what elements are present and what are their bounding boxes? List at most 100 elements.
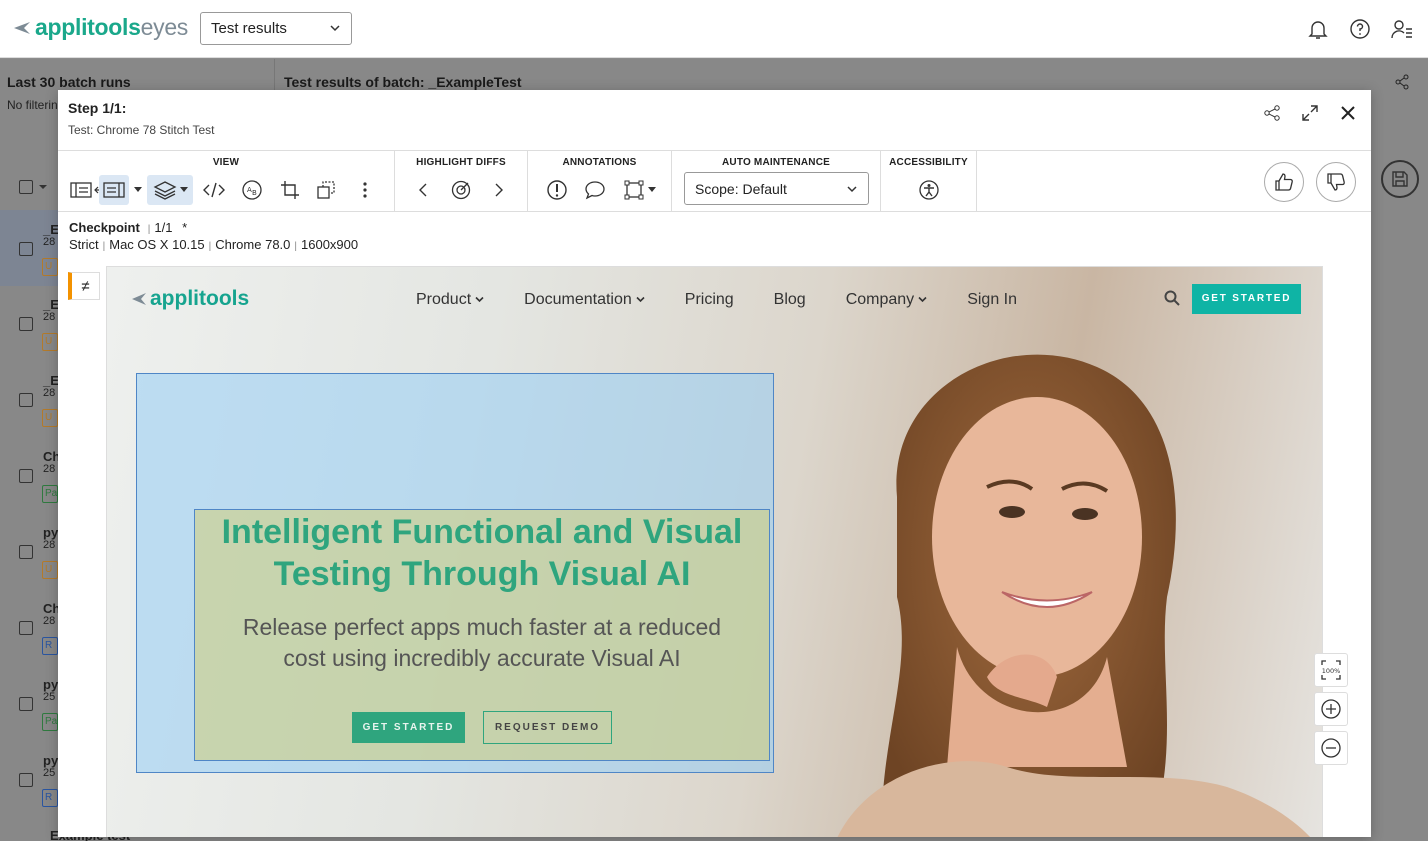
region-button[interactable] xyxy=(617,175,661,205)
status-badge: U xyxy=(42,561,58,579)
not-equal-icon: ≠ xyxy=(81,277,90,295)
baseline-panel-icon xyxy=(70,182,92,198)
view-select[interactable]: Test results xyxy=(200,12,352,45)
status-badge: U xyxy=(42,258,58,276)
thumbs-down-icon xyxy=(1327,173,1345,191)
select-all-checkbox xyxy=(19,180,33,194)
zoom-fit-button[interactable]: 100% xyxy=(1314,653,1348,687)
view-group-title: VIEW xyxy=(212,157,240,168)
checkpoint-asterisk: * xyxy=(182,220,188,235)
site-nav-label: Blog xyxy=(773,291,806,308)
row-checkbox xyxy=(19,242,33,256)
site-nav-label: Company xyxy=(845,291,915,308)
diff-indicator[interactable]: ≠ xyxy=(68,272,100,300)
previous-diff-button[interactable] xyxy=(408,175,438,205)
zoom-in-icon xyxy=(1321,699,1341,719)
copy-region-button[interactable] xyxy=(311,175,341,205)
target-icon xyxy=(451,180,471,200)
zoom-out-button[interactable] xyxy=(1314,731,1348,765)
row-checkbox xyxy=(19,317,33,331)
checkpoint-label: Checkpoint xyxy=(69,220,140,235)
layers-button[interactable] xyxy=(147,175,193,205)
batch-row-date: 28 xyxy=(43,539,56,551)
chevron-down-icon xyxy=(918,296,927,303)
help-icon[interactable] xyxy=(1348,17,1372,41)
zoom-out-icon xyxy=(1321,738,1341,758)
user-menu-icon[interactable] xyxy=(1390,17,1414,41)
auto-maintenance-group: AUTO MAINTENANCE Scope: Default xyxy=(672,151,881,212)
close-icon[interactable] xyxy=(1339,104,1357,122)
row-checkbox xyxy=(19,393,33,407)
dom-view-button[interactable] xyxy=(199,175,229,205)
batch-row-date: 28 xyxy=(43,236,56,248)
hero-title: Intelligent Functional and Visual Testin… xyxy=(194,511,770,595)
row-checkbox xyxy=(19,545,33,559)
top-bar: applitools eyes Test results xyxy=(0,0,1428,58)
next-diff-button[interactable] xyxy=(484,175,514,205)
view-group: VIEW AB xyxy=(58,151,395,212)
batch-row-name: _E xyxy=(43,222,59,237)
status-badge: R xyxy=(42,789,58,807)
ab-compare-icon: AB xyxy=(242,180,262,200)
scope-select-value: Scope: Default xyxy=(695,181,787,197)
crop-icon xyxy=(281,181,299,199)
share-icon[interactable] xyxy=(1263,104,1281,122)
batch-row-date: 28 xyxy=(43,615,56,627)
chevron-down-icon xyxy=(330,25,340,32)
highlight-diffs-button[interactable] xyxy=(446,175,476,205)
scope-select[interactable]: Scope: Default xyxy=(684,172,869,205)
save-button xyxy=(1381,160,1419,198)
batch-list-filter: No filterin xyxy=(7,98,58,112)
checkpoint-view-button[interactable] xyxy=(99,175,129,205)
site-nav-label: Pricing xyxy=(684,291,734,308)
hero-subtitle-line-1: Release perfect apps much faster at a re… xyxy=(242,614,722,640)
batch-row-name: py xyxy=(43,525,59,540)
batch-row-date: 25 xyxy=(43,691,56,703)
chevron-down-icon xyxy=(647,187,656,192)
accessibility-title: ACCESSIBILITY xyxy=(889,157,968,168)
os-label: Mac OS X 10.15 xyxy=(109,237,205,252)
fit-100-icon: 100% xyxy=(1321,660,1341,680)
batch-row-name: py xyxy=(43,677,59,692)
hero-title-line-1: Intelligent Functional and Visual xyxy=(221,513,743,551)
issue-button[interactable] xyxy=(542,175,572,205)
hero-subtitle: Release perfect apps much faster at a re… xyxy=(194,612,770,674)
site-nav-label: Documentation xyxy=(524,291,632,308)
zoom-in-button[interactable] xyxy=(1314,692,1348,726)
crop-button[interactable] xyxy=(275,175,305,205)
chevron-down-icon xyxy=(39,185,47,189)
site-nav-label: Sign In xyxy=(967,291,1017,308)
site-nav-item: Blog xyxy=(774,291,806,309)
toolbar: VIEW AB HIGHLIGHT DIFFS ANNOTATIONS AUTO… xyxy=(58,150,1371,212)
zoom-fit-label: 100% xyxy=(1322,667,1341,675)
status-badge: Pa xyxy=(42,713,58,731)
reject-button[interactable] xyxy=(1316,162,1356,202)
modal-subtitle: Test: Chrome 78 Stitch Test xyxy=(68,123,215,137)
batch-row-date: 28 xyxy=(43,387,56,399)
checkpoint-image[interactable]: applitools Product Documentation Pricing Bl… xyxy=(106,266,1323,837)
auto-maintenance-title: AUTO MAINTENANCE xyxy=(721,157,830,168)
accessibility-icon xyxy=(919,180,939,200)
app-logo[interactable]: applitools eyes xyxy=(13,14,188,41)
batch-row-name: py xyxy=(43,753,59,768)
accessibility-group: ACCESSIBILITY xyxy=(881,151,977,212)
site-logo: applitools xyxy=(131,287,249,311)
site-nav-label: Product xyxy=(416,291,472,308)
batch-row-name: _E xyxy=(43,297,59,312)
site-nav-item: Company xyxy=(846,291,927,309)
view-select-value: Test results xyxy=(211,20,287,37)
chevron-down-icon[interactable] xyxy=(134,187,142,193)
accessibility-button[interactable] xyxy=(914,175,944,205)
row-checkbox xyxy=(19,621,33,635)
site-nav-item: Sign In xyxy=(967,291,1017,309)
remark-button[interactable] xyxy=(580,175,610,205)
expand-icon[interactable] xyxy=(1301,104,1319,122)
logo-brand: applitools xyxy=(35,14,141,40)
thumbs-up-icon xyxy=(1275,173,1293,191)
environment-info: Strict | Mac OS X 10.15 | Chrome 78.0 | 1600x9… xyxy=(69,237,359,252)
text-compare-button[interactable]: AB xyxy=(237,175,267,205)
accept-button[interactable] xyxy=(1264,162,1304,202)
more-options-button[interactable] xyxy=(350,175,380,205)
share-icon xyxy=(1395,74,1409,90)
bell-icon[interactable] xyxy=(1306,17,1330,41)
